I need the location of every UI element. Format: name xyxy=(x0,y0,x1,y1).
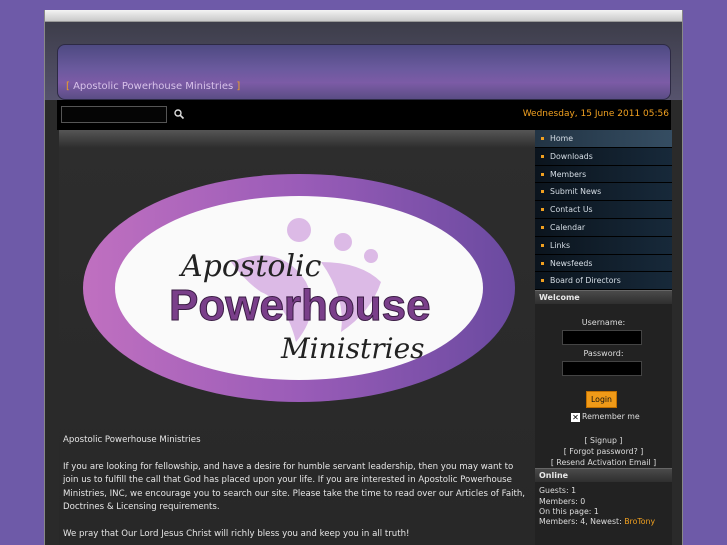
menu-item-submit-news[interactable]: Submit News xyxy=(535,183,672,202)
menu-item-board-of-directors[interactable]: Board of Directors xyxy=(535,272,672,291)
bullet-icon xyxy=(541,243,544,247)
menu-label: Links xyxy=(550,240,571,250)
welcome-box-title: Welcome xyxy=(535,290,672,305)
main-menu: Home Downloads Members Submit News Conta… xyxy=(535,130,672,291)
bullet-icon xyxy=(541,279,544,283)
title-bracket-open: [ xyxy=(66,81,70,92)
intro-paragraph-1: If you are looking for fellowship, and h… xyxy=(63,461,526,513)
menu-label: Home xyxy=(550,134,574,143)
menu-label: Contact Us xyxy=(550,205,593,215)
menu-item-contact-us[interactable]: Contact Us xyxy=(535,201,672,219)
intro-paragraph-2: We pray that Our Lord Jesus Christ will … xyxy=(63,528,410,539)
header-banner: [ Apostolic Powerhouse Ministries ] xyxy=(57,44,671,100)
menu-label: Submit News xyxy=(550,187,602,197)
menu-item-home[interactable]: Home xyxy=(535,130,672,148)
menu-item-newsfeeds[interactable]: Newsfeeds xyxy=(535,254,672,273)
bullet-icon xyxy=(541,225,544,229)
login-box: Username: Password: Login ✕ Remember me [… xyxy=(535,304,672,468)
bullet-icon xyxy=(541,190,544,194)
search-bar: Wednesday, 15 June 2011 05:56 xyxy=(57,100,671,130)
username-field[interactable] xyxy=(562,330,642,346)
members-newest: Members: 4, Newest: BroTony xyxy=(539,517,668,527)
menu-item-members[interactable]: Members xyxy=(535,165,672,184)
menu-item-downloads[interactable]: Downloads xyxy=(535,147,672,166)
search-icon[interactable] xyxy=(173,108,185,120)
menu-label: Newsfeeds xyxy=(550,258,593,268)
intro-title: Apostolic Powerhouse Ministries xyxy=(63,435,201,445)
guests-count: Guests: 1 xyxy=(539,486,577,496)
newest-member-link[interactable]: BroTony xyxy=(624,517,655,526)
site-title[interactable]: [ Apostolic Powerhouse Ministries ] xyxy=(66,81,240,92)
remember-checkbox[interactable]: ✕ xyxy=(571,412,580,422)
remember-me[interactable]: ✕ Remember me xyxy=(571,412,640,422)
forgot-password-link[interactable]: [ Forgot password? ] xyxy=(535,446,672,457)
bullet-icon xyxy=(541,172,544,176)
ministry-logo: Apostolic Powerhouse Ministries xyxy=(81,172,518,404)
site-header: [ Apostolic Powerhouse Ministries ] xyxy=(45,22,682,100)
remember-label: Remember me xyxy=(582,412,640,422)
current-date: Wednesday, 15 June 2011 05:56 xyxy=(522,109,669,119)
bullet-icon xyxy=(541,154,544,158)
search-input[interactable] xyxy=(61,106,167,123)
account-links: [ Signup ] [ Forgot password? ] [ Resend… xyxy=(535,435,672,468)
password-label: Password: xyxy=(583,349,624,359)
bullet-icon xyxy=(541,208,544,212)
password-field[interactable] xyxy=(562,361,642,377)
intro-text: Apostolic Powerhouse Ministries If you a… xyxy=(63,434,529,545)
site-title-text: Apostolic Powerhouse Ministries xyxy=(73,81,234,92)
logo-text-ministries: Ministries xyxy=(280,332,425,365)
online-box: Guests: 1 Members: 0 On this page: 1 Mem… xyxy=(535,482,672,532)
username-label: Username: xyxy=(581,318,626,328)
sidebar: Home Downloads Members Submit News Conta… xyxy=(535,130,672,545)
menu-item-calendar[interactable]: Calendar xyxy=(535,218,672,237)
signup-link[interactable]: [ Signup ] xyxy=(535,435,672,446)
menu-label: Downloads xyxy=(550,151,593,161)
menu-label: Members xyxy=(550,169,587,179)
main-content: Apostolic Powerhouse Ministries Apostoli… xyxy=(59,130,535,545)
on-this-page-count: On this page: 1 xyxy=(539,506,599,516)
bullet-icon xyxy=(541,261,544,265)
login-button[interactable]: Login xyxy=(586,391,617,409)
online-box-title: Online xyxy=(535,468,672,483)
menu-label: Board of Directors xyxy=(550,276,621,286)
title-bracket-close: ] xyxy=(236,81,241,92)
bullet-icon xyxy=(541,137,544,140)
members-count: Members: 0 xyxy=(539,496,586,506)
members-newest-prefix: Members: 4, Newest: xyxy=(539,517,625,527)
page-frame: [ Apostolic Powerhouse Ministries ] Wedn… xyxy=(44,10,683,545)
top-strip xyxy=(45,10,682,22)
logo-text-apostolic: Apostolic xyxy=(178,249,322,284)
resend-activation-link[interactable]: [ Resend Activation Email ] xyxy=(535,457,672,468)
logo-text-powerhouse: Powerhouse xyxy=(169,281,431,330)
menu-label: Calendar xyxy=(550,222,586,232)
menu-item-links[interactable]: Links xyxy=(535,236,672,255)
